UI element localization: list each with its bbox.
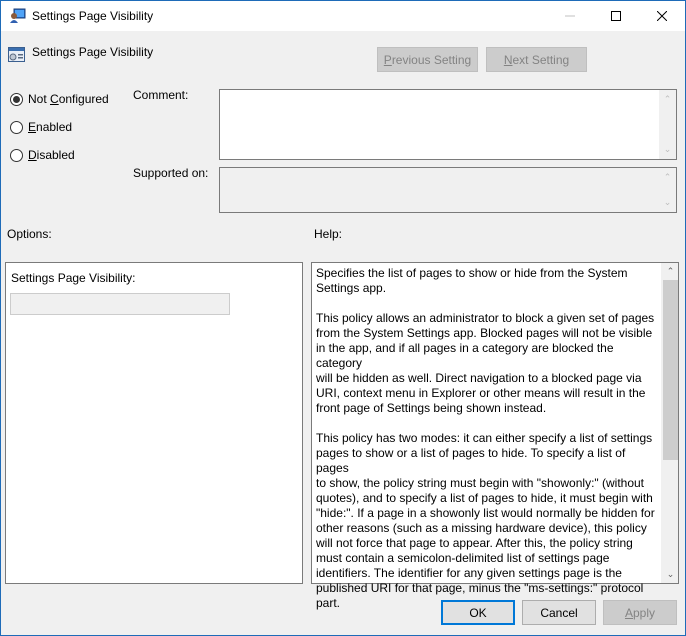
scroll-up-icon[interactable]: ⌃ xyxy=(659,91,676,108)
policy-title: Settings Page Visibility xyxy=(32,45,154,59)
settings-page-visibility-label: Settings Page Visibility: xyxy=(11,271,136,285)
close-icon xyxy=(657,11,667,21)
previous-setting-button[interactable]: Previous Setting xyxy=(377,47,478,72)
options-panel: Settings Page Visibility: xyxy=(5,262,303,584)
radio-button[interactable] xyxy=(10,120,23,134)
window-title: Settings Page Visibility xyxy=(32,9,154,23)
options-label: Options: xyxy=(7,227,52,241)
help-text: Specifies the list of pages to show or h… xyxy=(316,266,655,610)
policy-dialog-window: Settings Page Visibility Settings Page V… xyxy=(0,0,686,636)
minimize-button[interactable] xyxy=(547,1,593,31)
apply-button[interactable]: Apply xyxy=(603,600,677,625)
previous-setting-label: Previous Setting xyxy=(383,52,472,67)
title-bar[interactable]: Settings Page Visibility xyxy=(1,1,685,31)
radio-button-checked[interactable] xyxy=(10,92,23,106)
policy-setting-icon xyxy=(8,47,25,62)
cancel-button[interactable]: Cancel xyxy=(522,600,596,625)
scroll-up-icon[interactable]: ⌃ xyxy=(659,169,676,186)
comment-scrollbar[interactable]: ⌃ ⌄ xyxy=(659,90,676,159)
cancel-label: Cancel xyxy=(540,605,578,620)
radio-disabled[interactable]: Disabled xyxy=(10,148,75,162)
policy-editor-icon xyxy=(10,8,26,23)
ok-button[interactable]: OK xyxy=(441,600,515,625)
scroll-down-icon[interactable]: ⌄ xyxy=(659,194,676,211)
supported-on-scrollbar[interactable]: ⌃ ⌄ xyxy=(659,168,676,212)
supported-on-field: ⌃ ⌄ xyxy=(219,167,677,213)
radio-label: Not Configured xyxy=(28,92,109,106)
maximize-icon xyxy=(611,11,621,21)
scroll-down-icon[interactable]: ⌄ xyxy=(662,566,679,583)
settings-page-visibility-input[interactable] xyxy=(10,293,230,315)
radio-label: Disabled xyxy=(28,148,75,162)
close-button[interactable] xyxy=(639,1,685,31)
maximize-button[interactable] xyxy=(593,1,639,31)
help-label: Help: xyxy=(314,227,343,241)
radio-label: Enabled xyxy=(28,120,73,134)
next-setting-label: Next Setting xyxy=(503,52,570,67)
comment-input[interactable]: ⌃ ⌄ xyxy=(219,89,677,160)
supported-on-label: Supported on: xyxy=(133,166,209,180)
scrollbar-thumb[interactable] xyxy=(663,280,678,460)
help-scrollbar[interactable]: ⌃ ⌄ xyxy=(661,263,678,583)
help-panel: Specifies the list of pages to show or h… xyxy=(311,262,679,610)
radio-not-configured[interactable]: Not Configured xyxy=(10,92,109,106)
scroll-down-icon[interactable]: ⌄ xyxy=(659,141,676,158)
scroll-up-icon[interactable]: ⌃ xyxy=(662,263,679,280)
radio-button[interactable] xyxy=(10,148,23,162)
ok-label: OK xyxy=(469,605,487,620)
comment-label: Comment: xyxy=(133,88,189,102)
minimize-icon xyxy=(565,15,575,17)
apply-label: Apply xyxy=(624,605,656,620)
next-setting-button[interactable]: Next Setting xyxy=(486,47,587,72)
radio-enabled[interactable]: Enabled xyxy=(10,120,72,134)
